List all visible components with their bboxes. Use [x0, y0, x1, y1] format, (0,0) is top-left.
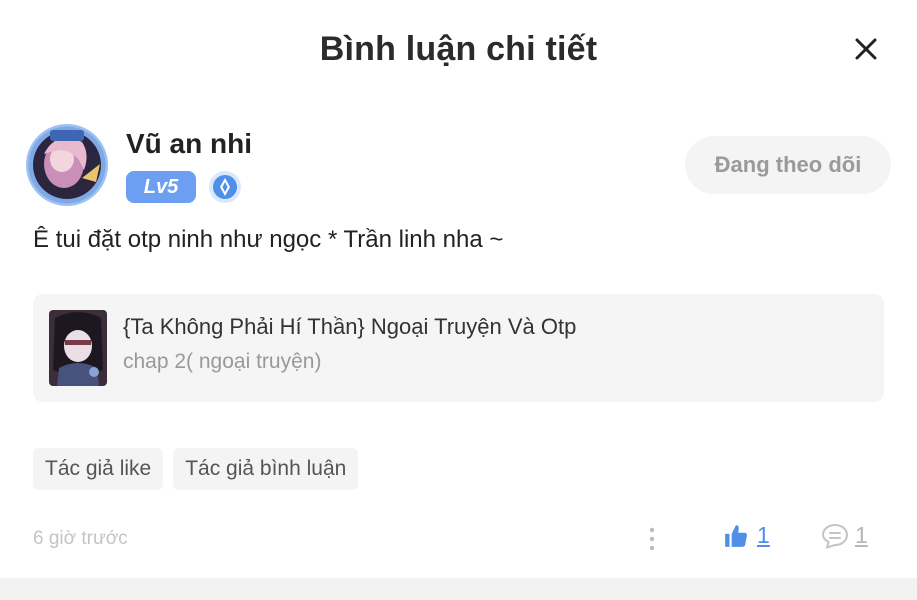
- author-badges: Lv5: [126, 170, 242, 204]
- comment-detail-sheet: Bình luận chi tiết Vũ an nhi Lv5 Đang th…: [0, 0, 917, 600]
- medal-icon: [209, 171, 241, 203]
- timestamp: 6 giờ trước: [33, 528, 128, 549]
- story-chapter: chap 2( ngoại truyện): [123, 350, 322, 373]
- close-icon: [855, 38, 877, 60]
- thumbs-up-icon: [725, 524, 747, 547]
- reply-count: 1: [855, 522, 868, 548]
- comment-icon: [821, 523, 849, 549]
- story-thumbnail: [49, 310, 107, 386]
- avatar-image: [26, 124, 108, 206]
- tag-author-commented: Tác giả bình luận: [173, 448, 359, 490]
- comment-text: Ê tui đặt otp ninh như ngọc * Trần linh …: [33, 226, 504, 253]
- close-button[interactable]: [851, 34, 881, 64]
- avatar[interactable]: [26, 124, 108, 206]
- tag-list: Tác giả like Tác giả bình luận: [33, 448, 359, 490]
- tag-author-liked: Tác giả like: [33, 448, 164, 490]
- page-title: Bình luận chi tiết: [319, 29, 598, 68]
- level-badge: Lv5: [126, 171, 196, 203]
- story-card[interactable]: {Ta Không Phải Hí Thần} Ngoại Truyện Và …: [33, 294, 884, 402]
- comment-footer: 6 giờ trước 1 1: [33, 520, 884, 556]
- more-vertical-icon[interactable]: [643, 526, 661, 552]
- section-divider: [0, 578, 917, 600]
- story-title: {Ta Không Phải Hí Thần} Ngoại Truyện Và …: [123, 314, 577, 339]
- like-button[interactable]: 1: [723, 522, 770, 549]
- like-count: 1: [757, 522, 770, 548]
- follow-button[interactable]: Đang theo dõi: [685, 136, 891, 194]
- author-name[interactable]: Vũ an nhi: [126, 128, 252, 160]
- reply-button[interactable]: 1: [821, 522, 868, 549]
- author-row: Vũ an nhi Lv5 Đang theo dõi: [26, 122, 891, 212]
- header: Bình luận chi tiết: [0, 22, 917, 76]
